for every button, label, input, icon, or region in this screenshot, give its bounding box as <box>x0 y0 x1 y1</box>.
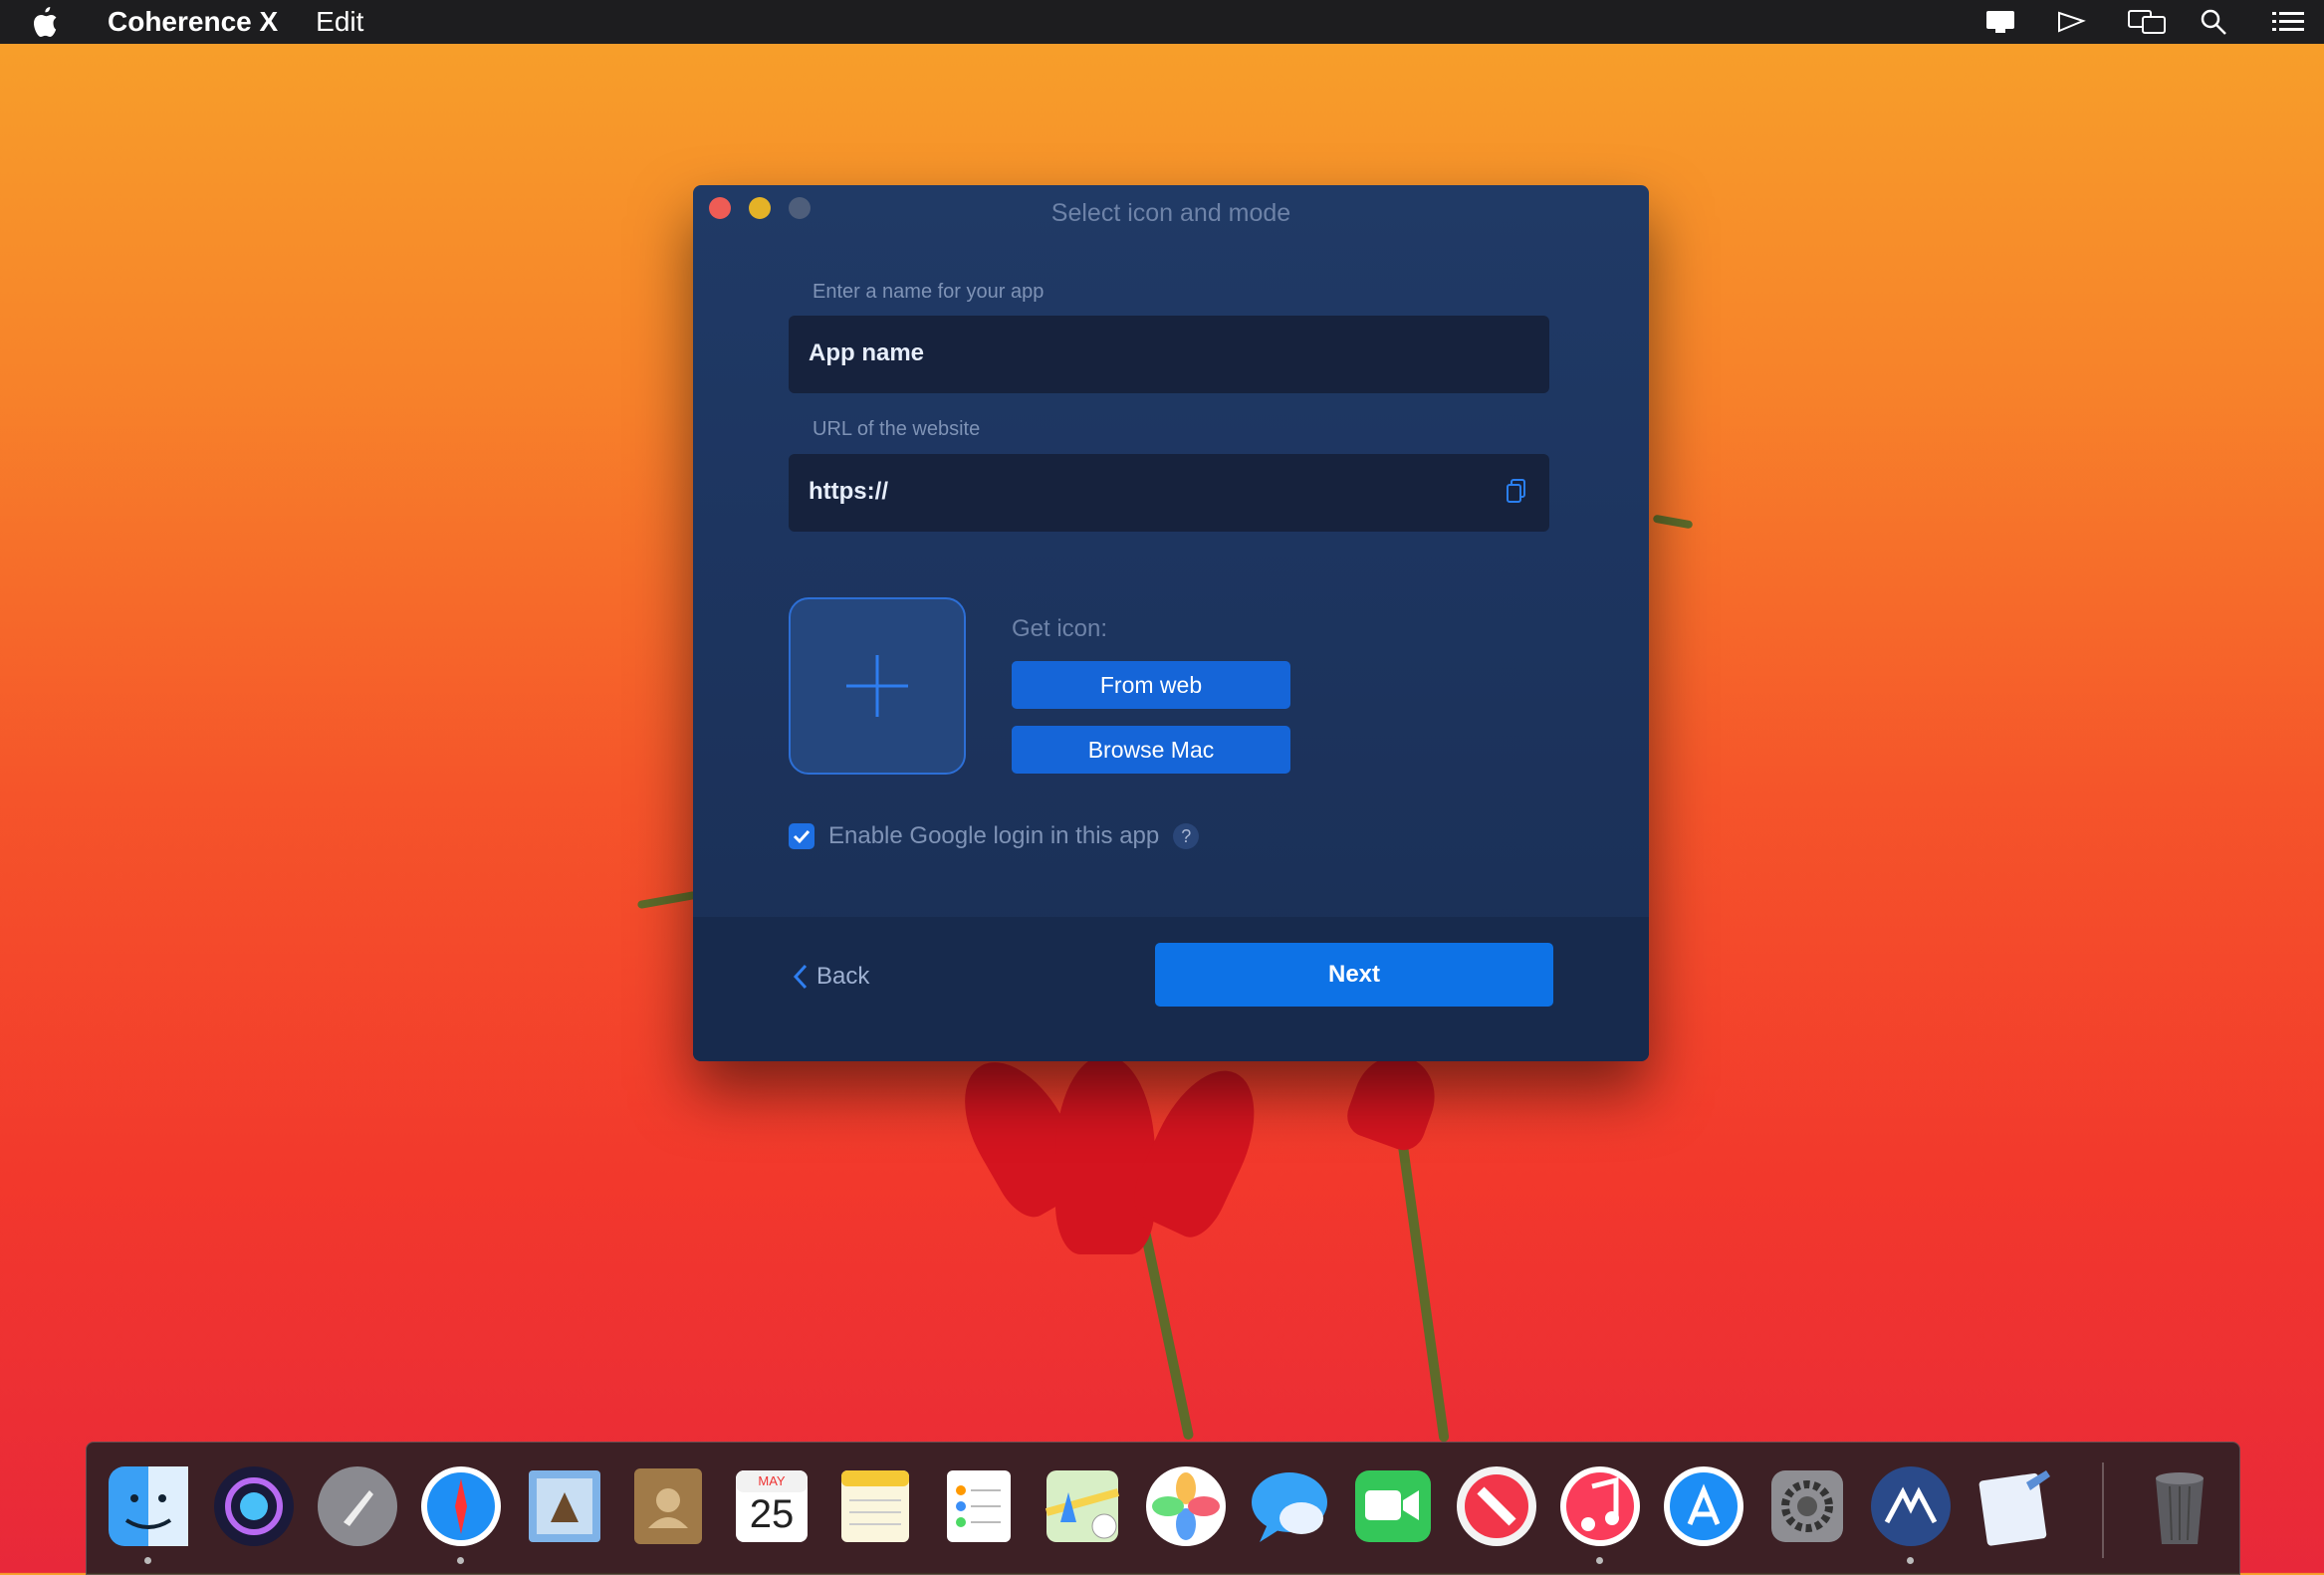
paste-icon[interactable] <box>1506 478 1527 506</box>
back-button[interactable]: Back <box>793 963 869 991</box>
mail-icon[interactable] <box>521 1462 608 1550</box>
app-name-input[interactable]: App name <box>789 316 1549 393</box>
next-button[interactable]: Next <box>1155 943 1553 1007</box>
get-icon-label: Get icon: <box>1012 615 1108 642</box>
setup-window: Select icon and mode Enter a name for yo… <box>693 185 1649 1061</box>
app-store-icon[interactable] <box>1660 1462 1747 1550</box>
dock: MAY 25 <box>86 1442 2240 1575</box>
google-login-checkbox[interactable] <box>789 823 814 849</box>
apple-icon[interactable] <box>24 2 64 42</box>
google-login-label: Enable Google login in this app <box>828 822 1160 849</box>
system-preferences-icon[interactable] <box>1763 1462 1851 1550</box>
finder-icon[interactable] <box>105 1462 192 1564</box>
checkmark-icon <box>793 829 811 844</box>
url-value: https:// <box>809 478 888 505</box>
menu-edit[interactable]: Edit <box>316 6 363 38</box>
display-icon[interactable] <box>2127 7 2166 37</box>
plus-icon <box>846 655 908 717</box>
music-icon[interactable] <box>1556 1462 1644 1564</box>
calendar-month: MAY <box>758 1473 786 1488</box>
notes-icon[interactable] <box>831 1462 919 1550</box>
window-footer: Back Next <box>693 917 1649 1061</box>
launchpad-icon[interactable] <box>314 1462 401 1550</box>
photos-icon[interactable] <box>1142 1462 1230 1550</box>
notification-icon[interactable] <box>1983 7 2017 37</box>
news-icon[interactable] <box>1453 1462 1540 1550</box>
airplay-icon[interactable] <box>2055 7 2089 37</box>
dock-separator <box>2102 1462 2104 1558</box>
calendar-day: 25 <box>749 1492 795 1536</box>
reminders-icon[interactable] <box>935 1462 1023 1550</box>
help-button[interactable]: ? <box>1173 823 1200 849</box>
search-icon[interactable] <box>2199 7 2232 37</box>
maps-icon[interactable] <box>1039 1462 1126 1550</box>
menu-bar: Coherence X Edit <box>0 0 2324 44</box>
app-name-label: Enter a name for your app <box>813 281 1045 303</box>
messages-icon[interactable] <box>1246 1462 1333 1550</box>
app-name-placeholder: App name <box>809 339 925 366</box>
app-icon-drop-well[interactable] <box>789 597 966 775</box>
browse-mac-button[interactable]: Browse Mac <box>1012 726 1290 774</box>
window-title: Select icon and mode <box>1050 199 1291 227</box>
from-web-button[interactable]: From web <box>1012 661 1290 709</box>
url-label: URL of the website <box>813 418 981 440</box>
google-login-row: Enable Google login in this app ? <box>789 822 1200 850</box>
safari-icon[interactable] <box>417 1462 505 1564</box>
app-menu-title[interactable]: Coherence X <box>108 6 278 38</box>
list-icon[interactable] <box>2270 7 2304 37</box>
chevron-left-icon <box>793 964 808 990</box>
calendar-icon[interactable]: MAY 25 <box>728 1462 815 1550</box>
trash-icon[interactable] <box>2136 1462 2223 1550</box>
back-label: Back <box>816 963 870 990</box>
contacts-icon[interactable] <box>624 1462 712 1550</box>
textedit-icon[interactable] <box>1971 1462 2058 1550</box>
siri-icon[interactable] <box>210 1462 298 1550</box>
coherence-x-icon[interactable] <box>1867 1462 1955 1564</box>
facetime-icon[interactable] <box>1349 1462 1437 1550</box>
url-input[interactable]: https:// <box>789 454 1549 532</box>
